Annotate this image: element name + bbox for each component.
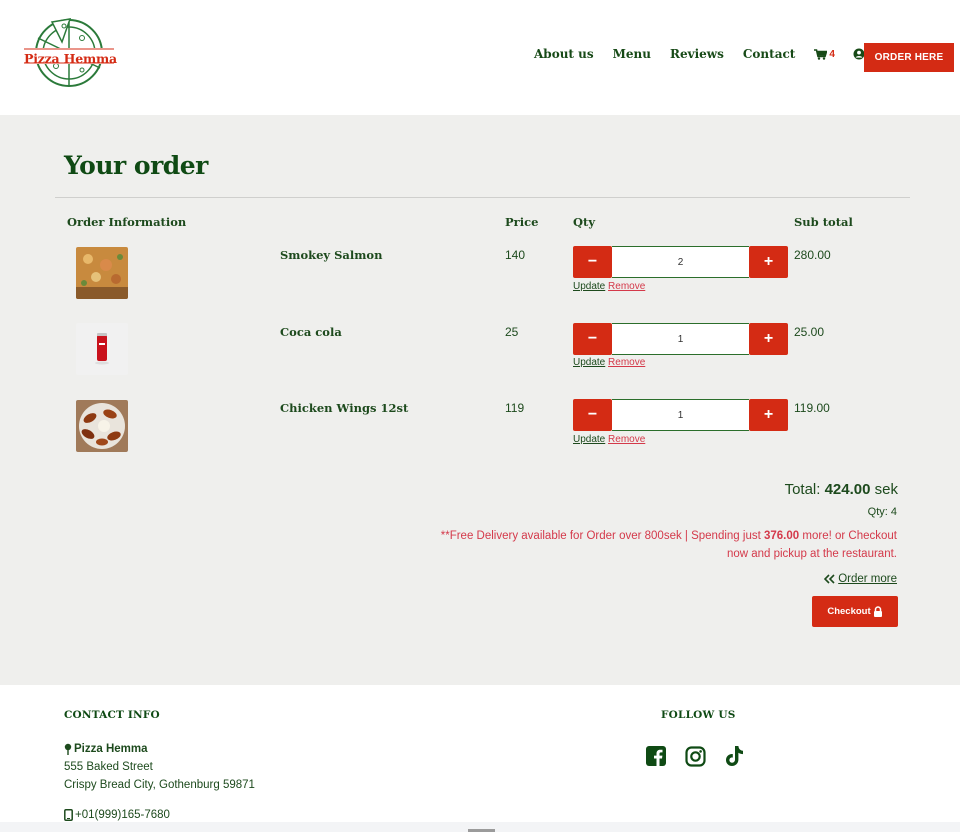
notice-text-start: **Free Delivery available for Order over… bbox=[440, 530, 761, 542]
product-image-smokey-salmon bbox=[76, 247, 128, 299]
increase-qty-button[interactable]: + bbox=[749, 399, 788, 431]
total-unit: sek bbox=[874, 481, 898, 498]
map-pin-icon bbox=[64, 743, 72, 755]
contact-name: Pizza Hemma bbox=[74, 743, 148, 755]
product-price: 25 bbox=[505, 325, 519, 339]
increase-qty-button[interactable]: + bbox=[749, 323, 788, 355]
cart-link[interactable]: 4 bbox=[814, 49, 835, 60]
site-footer: CONTACT INFO Pizza Hemma 555 Baked Stree… bbox=[0, 685, 960, 832]
instagram-icon bbox=[685, 745, 706, 767]
product-image-chicken-wings bbox=[76, 400, 128, 452]
column-header-subtotal: Sub total bbox=[794, 215, 853, 229]
quantity-stepper: − 2 + bbox=[573, 246, 788, 278]
total-value: 424.00 bbox=[824, 481, 871, 498]
product-subtotal: 119.00 bbox=[794, 401, 830, 415]
title-divider bbox=[55, 197, 910, 198]
decrease-qty-button[interactable]: − bbox=[573, 399, 612, 431]
checkout-button[interactable]: Checkout bbox=[812, 596, 898, 627]
nav-about-us[interactable]: About us bbox=[534, 47, 594, 61]
facebook-link[interactable] bbox=[646, 746, 666, 771]
site-header: Pizza Hemma About us Menu Reviews Contac… bbox=[0, 0, 960, 115]
tiktok-link[interactable] bbox=[725, 745, 744, 772]
product-price: 140 bbox=[505, 248, 526, 262]
facebook-icon bbox=[646, 746, 666, 766]
quantity-stepper: − 1 + bbox=[573, 399, 788, 431]
remove-link[interactable]: Remove bbox=[608, 434, 645, 445]
contact-name-line: Pizza Hemma bbox=[64, 740, 148, 758]
order-more-label: Order more bbox=[838, 573, 897, 585]
column-header-info: Order Information bbox=[67, 215, 187, 229]
mobile-phone-icon bbox=[64, 809, 73, 821]
double-chevron-left-icon bbox=[824, 574, 835, 584]
follow-us-heading: FOLLOW US bbox=[661, 709, 736, 721]
free-delivery-notice: **Free Delivery available for Order over… bbox=[427, 527, 897, 563]
lock-icon bbox=[873, 606, 882, 617]
notice-amount: 376.00 bbox=[764, 530, 800, 542]
contact-info-heading: CONTACT INFO bbox=[64, 709, 160, 721]
product-name[interactable]: Chicken Wings 12st bbox=[280, 401, 408, 415]
row-actions: Update Remove bbox=[573, 281, 645, 292]
update-link[interactable]: Update bbox=[573, 434, 605, 445]
remove-link[interactable]: Remove bbox=[608, 357, 645, 368]
column-header-qty: Qty bbox=[573, 215, 596, 229]
order-more-link[interactable]: Order more bbox=[824, 573, 897, 585]
update-link[interactable]: Update bbox=[573, 281, 605, 292]
order-here-button[interactable]: ORDER HERE bbox=[864, 43, 954, 72]
main-nav: About us Menu Reviews Contact 4 bbox=[534, 47, 887, 61]
contact-city: Crispy Bread City, Gothenburg 59871 bbox=[64, 779, 255, 791]
remove-link[interactable]: Remove bbox=[608, 281, 645, 292]
row-actions: Update Remove bbox=[573, 434, 645, 445]
total-label: Total: bbox=[784, 481, 821, 498]
qty-input[interactable]: 1 bbox=[612, 399, 749, 431]
product-name[interactable]: Smokey Salmon bbox=[280, 248, 382, 262]
decrease-qty-button[interactable]: − bbox=[573, 323, 612, 355]
column-header-price: Price bbox=[505, 215, 539, 229]
cart-count-badge: 4 bbox=[829, 48, 835, 60]
product-subtotal: 280.00 bbox=[794, 248, 831, 262]
total-quantity: Qty: 4 bbox=[867, 506, 897, 518]
row-actions: Update Remove bbox=[573, 357, 645, 368]
instagram-link[interactable] bbox=[685, 745, 706, 772]
tiktok-icon bbox=[726, 746, 743, 766]
product-subtotal: 25.00 bbox=[794, 325, 825, 339]
quantity-stepper: − 1 + bbox=[573, 323, 788, 355]
nav-menu[interactable]: Menu bbox=[613, 47, 651, 61]
qty-input[interactable]: 1 bbox=[612, 323, 749, 355]
nav-reviews[interactable]: Reviews bbox=[670, 47, 724, 61]
page-title: Your order bbox=[64, 151, 208, 180]
decrease-qty-button[interactable]: − bbox=[573, 246, 612, 278]
cart-icon bbox=[814, 48, 828, 60]
update-link[interactable]: Update bbox=[573, 357, 605, 368]
qty-input[interactable]: 2 bbox=[612, 246, 749, 278]
increase-qty-button[interactable]: + bbox=[749, 246, 788, 278]
contact-street: 555 Baked Street bbox=[64, 761, 153, 773]
logo-text: Pizza Hemma bbox=[24, 51, 117, 66]
order-total: Total: 424.00 sek bbox=[785, 481, 898, 498]
product-name[interactable]: Coca cola bbox=[280, 325, 342, 339]
social-links bbox=[646, 745, 744, 772]
product-price: 119 bbox=[505, 401, 525, 415]
order-section: Your order Order Information Price Qty S… bbox=[0, 115, 960, 685]
nav-contact[interactable]: Contact bbox=[743, 47, 795, 61]
checkout-label: Checkout bbox=[827, 606, 871, 617]
product-image-coca-cola bbox=[76, 323, 128, 375]
